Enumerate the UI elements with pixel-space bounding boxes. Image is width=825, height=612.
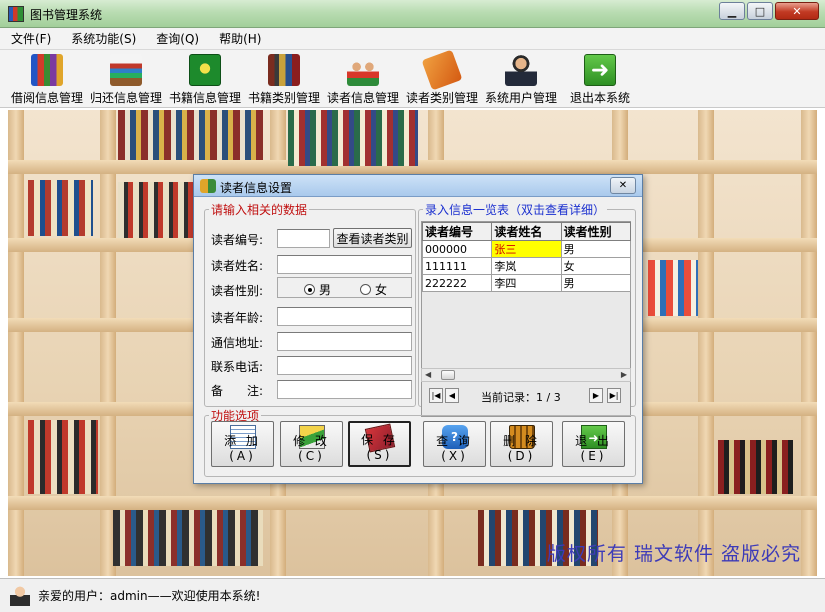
menu-bar: 文件(F) 系统功能(S) 查询(Q) 帮助(H) — [0, 28, 825, 50]
next-record-button[interactable]: ▶ — [589, 388, 603, 403]
toolbar-book-info-button[interactable]: 书籍信息管理 — [166, 52, 244, 106]
toolbar-reader-info-button[interactable]: 读者信息管理 — [324, 52, 402, 106]
remark-input[interactable] — [277, 380, 412, 399]
phone-label: 联系电话: — [211, 360, 264, 374]
remark-label: 备 注: — [211, 384, 264, 398]
add-button[interactable]: 添 加(A) — [211, 421, 274, 467]
first-record-button[interactable]: |◀ — [429, 388, 443, 403]
radio-unselected-icon — [360, 284, 371, 295]
readers-icon — [347, 54, 379, 86]
table-cell[interactable]: 女 — [560, 257, 632, 275]
column-header[interactable]: 读者性别 — [560, 222, 632, 241]
table-cell-selected[interactable]: 张三 — [491, 240, 562, 258]
dialog-titlebar: 读者信息设置 ✕ — [194, 175, 642, 197]
table-cell[interactable]: 222222 — [421, 274, 493, 292]
column-header[interactable]: 读者编号 — [421, 222, 493, 241]
query-button[interactable]: ? 查 询(X) — [423, 421, 486, 467]
scroll-left-icon[interactable]: ◀ — [425, 370, 431, 379]
table-cell[interactable]: 男 — [560, 240, 632, 258]
gender-male-radio[interactable]: 男 — [304, 281, 331, 298]
reader-id-label: 读者编号: — [211, 233, 264, 247]
books-icon — [31, 54, 63, 86]
phone-input[interactable] — [277, 356, 412, 375]
delete-button[interactable]: 删 除(D) — [490, 421, 553, 467]
orange-book-icon — [421, 49, 463, 91]
scroll-thumb[interactable] — [441, 370, 455, 380]
reader-name-input[interactable] — [277, 255, 412, 274]
main-titlebar: 图书管理系统 ▁ □ ✕ — [0, 0, 825, 28]
table-horizontal-scrollbar[interactable]: ◀ ▶ — [421, 368, 631, 382]
status-bar: 亲爱的用户：admin——欢迎使用本系统! — [0, 578, 825, 612]
reader-info-dialog: 读者信息设置 ✕ 请输入相关的数据 读者编号: 查看读者类别 读者姓名: 读者性… — [193, 174, 643, 484]
exit-button[interactable]: ➜ 退 出(E) — [562, 421, 625, 467]
table-row[interactable]: 000000 张三 男 — [421, 240, 632, 258]
table-header-row: 读者编号 读者姓名 读者性别 — [421, 222, 632, 241]
user-icon — [505, 54, 537, 86]
reader-age-label: 读者年龄: — [211, 311, 264, 325]
scroll-right-icon[interactable]: ▶ — [621, 370, 627, 379]
toolbar-system-user-button[interactable]: 系统用户管理 — [482, 52, 560, 106]
close-button[interactable]: ✕ — [775, 2, 819, 20]
list-group-title: 录入信息一览表（双击查看详细） — [425, 203, 606, 217]
address-input[interactable] — [277, 332, 412, 351]
bookshelf-icon — [110, 54, 142, 86]
gender-radio-group: 男 女 — [277, 277, 412, 298]
last-record-button[interactable]: ▶| — [607, 388, 621, 403]
window-title: 图书管理系统 — [30, 8, 103, 22]
table-row[interactable]: 111111 李岚 女 — [421, 257, 632, 275]
input-group-title: 请输入相关的数据 — [211, 203, 308, 217]
toolbar: 借阅信息管理 归还信息管理 书籍信息管理 书籍类别管理 读者信息管理 读者类别管… — [0, 49, 825, 108]
table-cell[interactable]: 111111 — [421, 257, 493, 275]
menu-query[interactable]: 查询(Q) — [153, 30, 202, 47]
table-cell[interactable]: 李四 — [491, 274, 562, 292]
toolbar-exit-button[interactable]: ➜ 退出本系统 — [566, 52, 634, 106]
toolbar-book-category-button[interactable]: 书籍类别管理 — [245, 52, 323, 106]
save-button[interactable]: 保 存(S) — [348, 421, 411, 467]
menu-system[interactable]: 系统功能(S) — [68, 30, 139, 47]
menu-file[interactable]: 文件(F) — [8, 30, 54, 47]
radio-selected-icon — [304, 284, 315, 295]
reader-name-label: 读者姓名: — [211, 259, 264, 273]
view-reader-category-button[interactable]: 查看读者类别 — [333, 228, 412, 248]
readers-icon — [200, 179, 216, 193]
user-avatar-icon — [10, 584, 30, 606]
reader-age-input[interactable] — [277, 307, 412, 326]
record-navigator: |◀ ◀ 当前记录：1 / 3 ▶ ▶| — [421, 387, 631, 405]
reader-id-input[interactable] — [277, 229, 330, 248]
dialog-title: 读者信息设置 — [220, 181, 293, 195]
address-label: 通信地址: — [211, 336, 264, 350]
app-books-icon — [8, 6, 24, 22]
toolbar-reader-category-button[interactable]: 读者类别管理 — [403, 49, 481, 106]
copyright-text: 版权所有 瑞文软件 盗版必究 — [546, 543, 801, 565]
gender-female-radio[interactable]: 女 — [360, 281, 387, 298]
record-position-text: 当前记录：1 / 3 — [481, 391, 561, 404]
status-text: 亲爱的用户：admin——欢迎使用本系统! — [38, 589, 261, 603]
edit-button[interactable]: 修 改(C) — [280, 421, 343, 467]
column-header[interactable]: 读者姓名 — [491, 222, 562, 241]
toolbar-return-button[interactable]: 归还信息管理 — [87, 52, 165, 106]
table-cell[interactable]: 男 — [560, 274, 632, 292]
dialog-close-button[interactable]: ✕ — [610, 177, 636, 194]
book-category-icon — [268, 54, 300, 86]
minimize-button[interactable]: ▁ — [719, 2, 745, 20]
table-row[interactable]: 222222 李四 男 — [421, 274, 632, 292]
table-cell[interactable]: 000000 — [421, 240, 493, 258]
maximize-button[interactable]: □ — [747, 2, 773, 20]
green-book-icon — [189, 54, 221, 86]
reader-gender-label: 读者性别: — [211, 284, 264, 298]
toolbar-borrow-button[interactable]: 借阅信息管理 — [8, 52, 86, 106]
menu-help[interactable]: 帮助(H) — [216, 30, 264, 47]
exit-arrow-icon: ➜ — [584, 54, 616, 86]
prev-record-button[interactable]: ◀ — [445, 388, 459, 403]
table-cell[interactable]: 李岚 — [491, 257, 562, 275]
